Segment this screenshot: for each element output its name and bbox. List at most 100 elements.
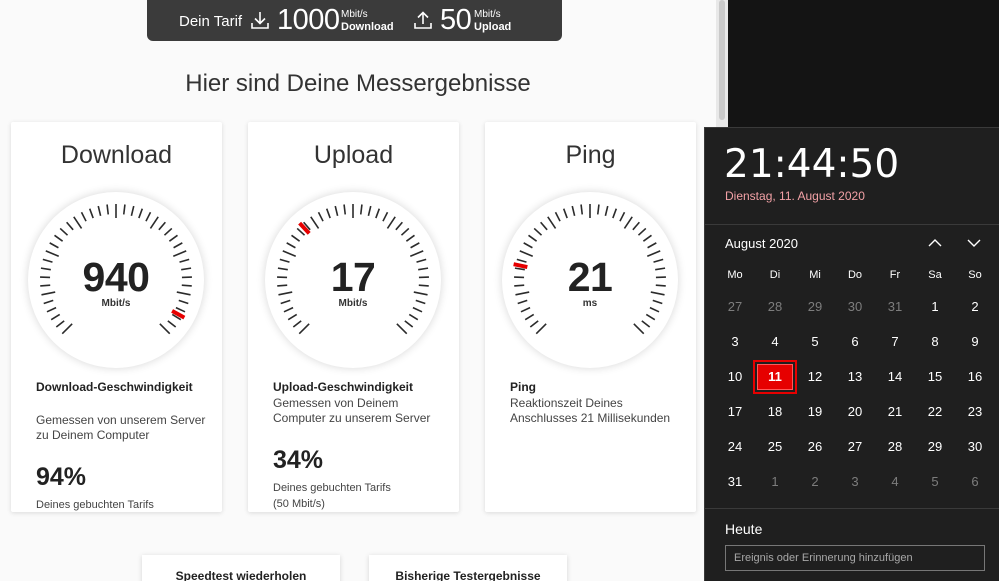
calendar-day[interactable]: 6 (835, 327, 875, 357)
gauge-tick (633, 323, 645, 335)
calendar-day[interactable]: 10 (715, 362, 755, 392)
upload-card-title: Upload (313, 141, 394, 169)
calendar-day[interactable]: 27 (835, 432, 875, 462)
gauge-tick (535, 323, 547, 335)
gauge-tick (547, 216, 557, 229)
calendar-day[interactable]: 26 (795, 432, 835, 462)
gauge-tick (343, 204, 347, 215)
calendar-day[interactable]: 23 (955, 397, 995, 427)
calendar-day[interactable]: 3 (715, 327, 755, 357)
gauge-tick (325, 208, 331, 219)
calendar-day[interactable]: 29 (915, 432, 955, 462)
calendar-day[interactable]: 1 (915, 292, 955, 322)
calendar-day[interactable]: 30 (835, 292, 875, 322)
event-input[interactable] (725, 545, 985, 571)
gauge-tick (66, 221, 74, 231)
gauge-tick (158, 221, 166, 231)
calendar-day[interactable]: 3 (835, 467, 875, 497)
download-card: Download 940 Mbit/s Download-Geschwindig… (11, 122, 222, 512)
calendar-day[interactable]: 1 (755, 467, 795, 497)
calendar-day[interactable]: 18 (755, 397, 795, 427)
weekday-label: Di (769, 269, 781, 281)
gauge-tick (571, 205, 576, 217)
weekday-label: Mo (727, 269, 743, 281)
gauge-tick (59, 227, 69, 236)
calendar-day-today[interactable]: 11 (753, 360, 797, 394)
calendar-day[interactable]: 4 (755, 327, 795, 357)
gauge-tick (292, 320, 302, 328)
gauge-tick (286, 242, 296, 249)
calendar-day[interactable]: 14 (875, 362, 915, 392)
upload-icon (414, 11, 432, 29)
gauge-tick (623, 216, 633, 229)
gauge-tick (645, 313, 656, 321)
calendar-day[interactable]: 17 (715, 397, 755, 427)
calendar-day[interactable]: 31 (715, 467, 755, 497)
month-label[interactable]: August 2020 (725, 236, 798, 251)
gauge-tick (540, 221, 548, 231)
calendar-day[interactable]: 4 (875, 467, 915, 497)
weekday-label: Do (847, 269, 863, 281)
calendar-day[interactable]: 5 (915, 467, 955, 497)
gauge-tick (580, 204, 584, 215)
gauge-tick (382, 211, 389, 222)
calendar-day[interactable]: 19 (795, 397, 835, 427)
gauge-tick (386, 216, 396, 229)
calendar-day[interactable]: 27 (715, 292, 755, 322)
calendar-day[interactable]: 13 (835, 362, 875, 392)
tariff-download-unit-text: Mbit/s (341, 9, 368, 20)
chevron-up-icon[interactable] (925, 234, 945, 252)
gauge-tick (632, 221, 640, 231)
calendar-day[interactable]: 28 (875, 432, 915, 462)
calendar-day[interactable]: 29 (795, 292, 835, 322)
calendar-day[interactable]: 24 (715, 432, 755, 462)
calendar-day[interactable]: 7 (875, 327, 915, 357)
gauge-tick (54, 234, 64, 242)
ping-heading: Ping (510, 380, 536, 394)
today-heading: Heute (725, 521, 763, 537)
calendar-day[interactable]: 6 (955, 467, 995, 497)
calendar-day[interactable]: 21 (875, 397, 915, 427)
tariff-upload-unit-text: Mbit/s (474, 9, 501, 20)
calendar-day[interactable]: 2 (795, 467, 835, 497)
weekday-label: Mi (809, 269, 821, 281)
calendar-day[interactable]: 20 (835, 397, 875, 427)
gauge-tick (529, 320, 539, 328)
previous-results-button[interactable]: Bisherige Testergebnisse (369, 555, 567, 581)
calendar-day[interactable]: 2 (955, 292, 995, 322)
calendar-day[interactable]: 25 (755, 432, 795, 462)
ping-gauge: 21 ms (502, 192, 678, 368)
calendar-day[interactable]: 5 (795, 327, 835, 357)
calendar-day[interactable]: 8 (915, 327, 955, 357)
calendar-day[interactable]: 15 (915, 362, 955, 392)
ping-card-title: Ping (565, 141, 616, 169)
gauge-tick (396, 323, 408, 335)
calendar-day[interactable]: 31 (875, 292, 915, 322)
page-scrollbar-thumb[interactable] (719, 0, 725, 120)
weekday-label: Fr (889, 269, 901, 281)
upload-card: Upload 17 Mbit/s Upload-Geschwindigkeit … (248, 122, 459, 512)
calendar-day[interactable]: 9 (955, 327, 995, 357)
calendar-day[interactable]: 28 (755, 292, 795, 322)
gauge-tick (291, 234, 301, 242)
chevron-down-icon[interactable] (964, 234, 984, 252)
calendar-day[interactable]: 12 (795, 362, 835, 392)
clock-date[interactable]: Dienstag, 11. August 2020 (725, 189, 865, 203)
tariff-upload-value: 50 (440, 4, 472, 36)
gauge-tick (528, 234, 538, 242)
repeat-speedtest-button[interactable]: Speedtest wiederholen (142, 555, 340, 581)
tariff-download-unit: Mbit/s Download (341, 9, 394, 33)
gauge-tick (149, 216, 159, 229)
download-description: Gemessen von unserem Server zu Deinem Co… (36, 413, 206, 442)
gauge-tick (106, 204, 110, 215)
gauge-tick (138, 208, 144, 219)
ping-unit: ms (582, 298, 598, 309)
flyout-divider (705, 224, 999, 225)
calendar-day[interactable]: 30 (955, 432, 995, 462)
calendar-day[interactable]: 22 (915, 397, 955, 427)
calendar-day[interactable]: 16 (955, 362, 995, 392)
tariff-label: Dein Tarif (179, 13, 243, 30)
download-icon (251, 12, 269, 29)
gauge-tick (562, 208, 568, 219)
weekday-label: So (968, 269, 982, 281)
